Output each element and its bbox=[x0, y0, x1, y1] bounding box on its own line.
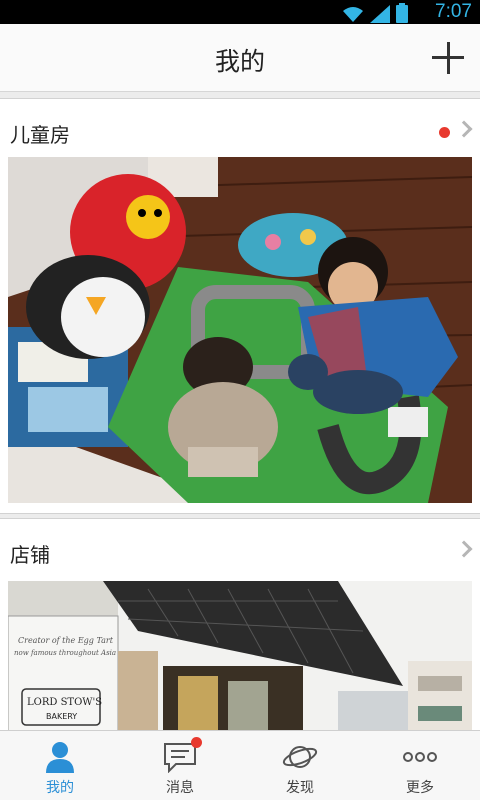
chevron-right-icon bbox=[455, 540, 473, 558]
card-title: 店铺 bbox=[10, 543, 50, 567]
wifi-icon bbox=[343, 7, 363, 22]
sign-line-2: BAKERY bbox=[46, 712, 77, 721]
status-time: 7:07 bbox=[435, 1, 472, 22]
plus-icon[interactable] bbox=[430, 40, 466, 76]
app-header: 我的 bbox=[0, 24, 480, 92]
tab-discover[interactable]: 发现 bbox=[240, 731, 360, 800]
tab-label: 发现 bbox=[286, 780, 314, 796]
store-image: Creator of the Egg Tart now famous throu… bbox=[8, 581, 472, 730]
bottom-tab-bar: 我的 消息 发现 更多 bbox=[0, 730, 480, 800]
sign-line-4: now famous throughout Asia bbox=[14, 649, 116, 657]
camera-snapshot-kids-room[interactable] bbox=[8, 157, 472, 503]
status-bar: 7:07 bbox=[0, 0, 480, 24]
tab-messages[interactable]: 消息 bbox=[120, 731, 240, 800]
person-icon bbox=[42, 741, 78, 773]
tab-label: 我的 bbox=[46, 780, 74, 796]
tab-label: 消息 bbox=[166, 780, 194, 796]
chevron-right-icon bbox=[455, 120, 473, 138]
signal-icon bbox=[370, 5, 390, 23]
page-title: 我的 bbox=[214, 47, 265, 76]
planet-icon bbox=[282, 741, 318, 773]
tab-mine[interactable]: 我的 bbox=[0, 731, 120, 800]
status-icons bbox=[342, 3, 408, 23]
tab-more[interactable]: 更多 bbox=[360, 731, 480, 800]
sign-line-1: LORD STOW'S bbox=[27, 697, 102, 708]
message-icon bbox=[162, 737, 202, 774]
camera-snapshot-store[interactable]: Creator of the Egg Tart now famous throu… bbox=[8, 581, 472, 730]
device-card-store[interactable]: 店铺 Creator of the Egg Tart now famous th… bbox=[0, 518, 480, 730]
device-card-kids-room[interactable]: 儿童房 bbox=[0, 98, 480, 514]
tab-label: 更多 bbox=[406, 780, 434, 796]
device-list: 儿童房 店铺 Creator of the Egg Tart now famou… bbox=[0, 92, 480, 730]
sign-line-3: Creator of the Egg Tart bbox=[18, 636, 114, 645]
more-dots-icon bbox=[402, 741, 438, 773]
unread-badge bbox=[191, 737, 202, 748]
unread-dot bbox=[439, 127, 450, 138]
kids-room-image bbox=[8, 157, 472, 503]
battery-icon bbox=[396, 3, 408, 23]
card-title: 儿童房 bbox=[10, 123, 70, 147]
